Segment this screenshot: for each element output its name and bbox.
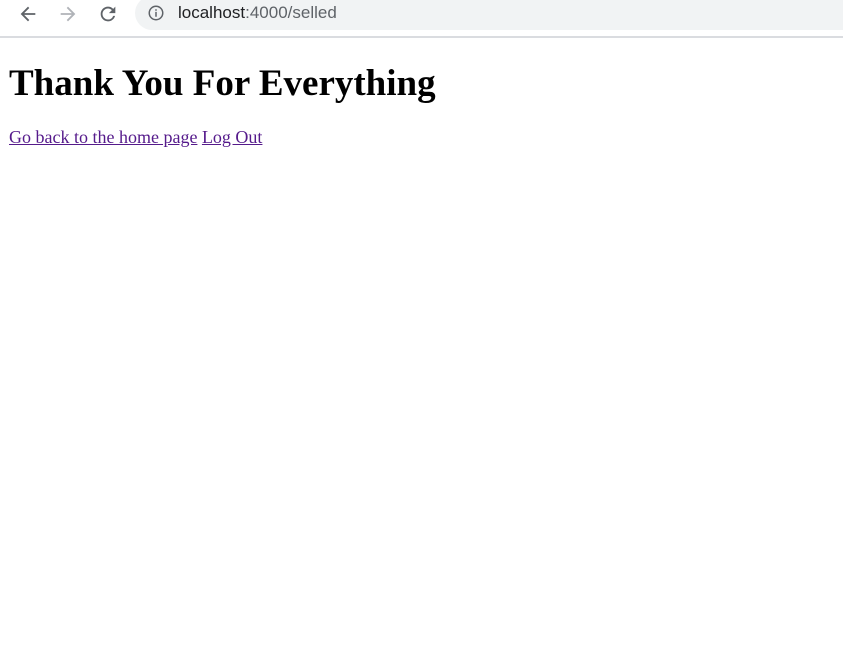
link-row: Go back to the home page Log Out xyxy=(9,126,262,148)
arrow-right-icon xyxy=(60,6,76,22)
info-circle-icon[interactable] xyxy=(147,4,165,22)
home-link[interactable]: Go back to the home page xyxy=(9,127,197,147)
url-text[interactable]: localhost:4000/selled xyxy=(178,3,337,23)
url-host: localhost xyxy=(178,3,246,22)
arrow-left-icon xyxy=(20,6,36,22)
url-path: :4000/selled xyxy=(245,3,337,22)
reload-icon xyxy=(100,6,116,22)
page-content: Thank You For Everything Go back to the … xyxy=(0,38,843,659)
logout-link[interactable]: Log Out xyxy=(202,127,263,147)
back-button[interactable] xyxy=(16,2,40,26)
forward-button[interactable] xyxy=(56,2,80,26)
reload-button[interactable] xyxy=(96,2,120,26)
page-title: Thank You For Everything xyxy=(9,63,436,104)
address-bar[interactable]: localhost:4000/selled xyxy=(135,0,843,30)
browser-toolbar: localhost:4000/selled xyxy=(0,0,843,38)
